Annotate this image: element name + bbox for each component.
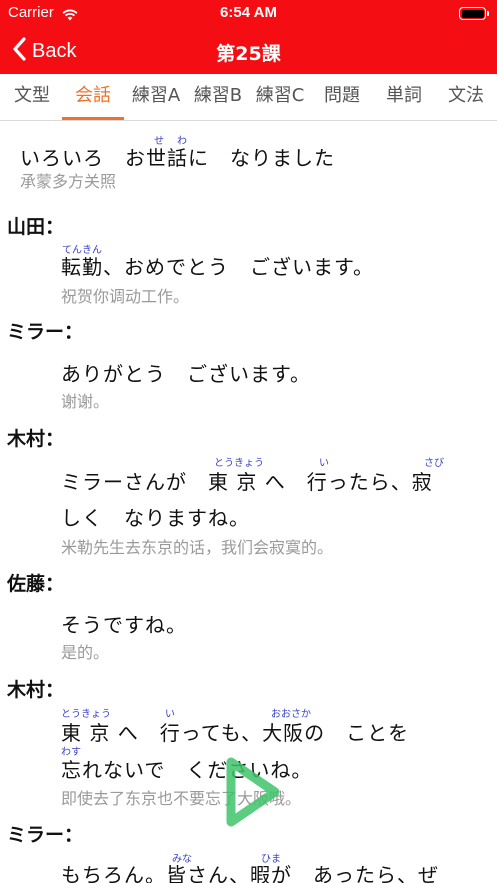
speaker-label: 木村： xyxy=(7,428,65,450)
tab-renshu-c[interactable]: 練習C xyxy=(250,74,310,120)
dialogue-line: ありがとう ございます。 xyxy=(61,362,311,386)
dialogue-heading: いろいろ お世話に なりました xyxy=(20,146,335,170)
play-button[interactable] xyxy=(221,754,283,830)
speaker-label: 山田： xyxy=(7,216,65,238)
line-translation: 祝贺你调动工作。 xyxy=(61,287,190,306)
speaker-label: 佐藤： xyxy=(7,573,65,595)
speaker-label: 木村： xyxy=(7,679,65,701)
line-translation: 米勒先生去东京的话，我们会寂寞的。 xyxy=(61,538,334,557)
tab-tango[interactable]: 単詞 xyxy=(376,74,432,120)
tab-renshu-b[interactable]: 練習B xyxy=(188,74,248,120)
battery-icon xyxy=(459,7,486,20)
tab-mondai[interactable]: 問題 xyxy=(314,74,370,120)
page-title: 第25課 xyxy=(216,43,281,65)
status-time: 6:54 AM xyxy=(220,4,277,21)
dialogue-line: そうですね。 xyxy=(61,613,187,637)
tab-bunkei[interactable]: 文型 xyxy=(6,74,58,120)
status-bar: Carrier 6:54 AM xyxy=(0,0,497,28)
heading-translation: 承蒙多方关照 xyxy=(20,172,117,191)
play-icon xyxy=(221,757,283,834)
line-translation: 谢谢。 xyxy=(61,392,110,411)
tab-bar: 文型 会話 練習A 練習B 練習C 問題 単詞 文法 xyxy=(0,74,497,121)
tab-kaiwa[interactable]: 会話 xyxy=(62,74,124,120)
line-translation: 是的。 xyxy=(61,643,110,662)
dialogue-line: 転勤、おめでとう ございます。 xyxy=(61,255,374,279)
dialogue-line: ミラーさんが 東 京 へ 行ったら、寂 xyxy=(61,470,433,494)
speaker-label: ミラー： xyxy=(7,321,84,343)
dialogue-line: しく なりますね。 xyxy=(61,506,250,530)
speaker-label: ミラー： xyxy=(7,824,84,846)
tab-renshu-a[interactable]: 練習A xyxy=(126,74,186,120)
dialogue-line: 東 京 へ 行っても、大阪の ことを xyxy=(61,721,410,745)
battery-tip xyxy=(487,11,489,16)
dialogue-line: もちろん。皆さん、暇が あったら、ぜ xyxy=(61,863,439,883)
tab-bunpo[interactable]: 文法 xyxy=(438,74,494,120)
nav-bar: Back 第25課 xyxy=(0,28,497,74)
